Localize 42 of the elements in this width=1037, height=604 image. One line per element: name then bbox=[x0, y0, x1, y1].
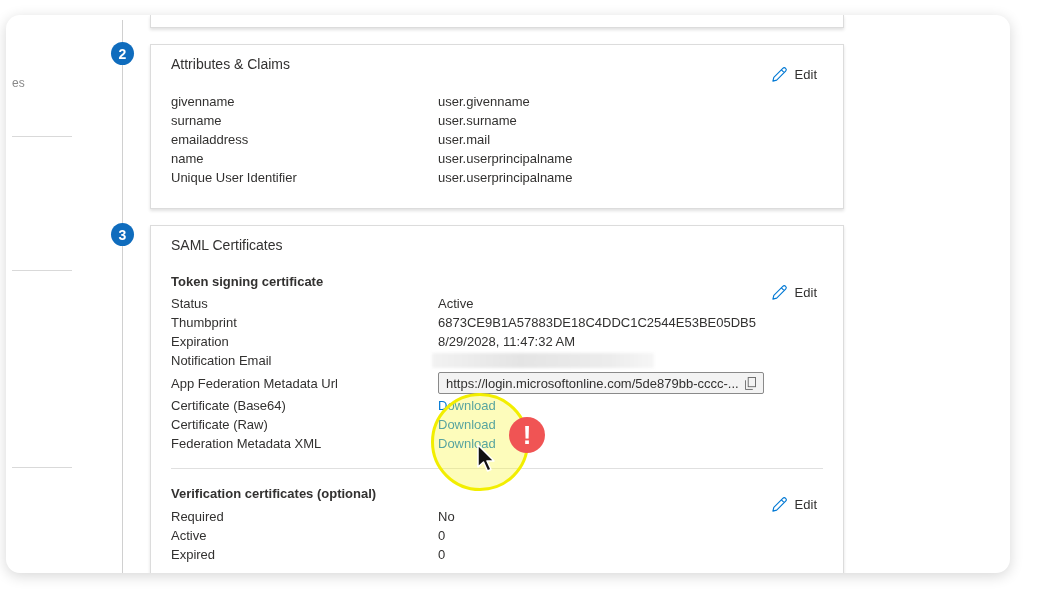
field-value: user.userprincipalname bbox=[438, 151, 573, 166]
field-label: givenname bbox=[171, 94, 236, 109]
pencil-icon bbox=[770, 495, 788, 513]
field-label: Certificate (Raw) bbox=[171, 417, 269, 432]
field-label: Federation Metadata XML bbox=[171, 436, 323, 451]
field-label: emailaddress bbox=[171, 132, 250, 147]
sidebar-item[interactable]: es bbox=[12, 76, 25, 90]
field-value: No bbox=[438, 509, 455, 524]
field-label: Expired bbox=[171, 547, 217, 562]
field-value: 8/29/2028, 11:47:32 AM bbox=[438, 334, 576, 349]
field-value: user.mail bbox=[438, 132, 491, 147]
field-value: user.givenname bbox=[438, 94, 530, 109]
edit-button[interactable]: Edit bbox=[770, 64, 817, 84]
field-label: App Federation Metadata Url bbox=[171, 375, 339, 391]
field-label: Notification Email bbox=[171, 353, 273, 368]
edit-button[interactable]: Edit bbox=[770, 282, 817, 302]
field-value: 0 bbox=[438, 528, 446, 543]
field-value: user.surname bbox=[438, 113, 517, 128]
field-label: Active bbox=[171, 528, 208, 543]
field-label: Certificate (Base64) bbox=[171, 398, 287, 413]
field-label: surname bbox=[171, 113, 223, 128]
section-title: SAML Certificates bbox=[171, 236, 283, 254]
field-value: 6873CE9B1A57883DE18C4DDC1C2544E53BE05DB5 bbox=[438, 315, 756, 330]
section-title: Attributes & Claims bbox=[171, 55, 291, 73]
copy-icon[interactable] bbox=[745, 376, 756, 390]
pencil-icon bbox=[770, 65, 788, 83]
field-label: Unique User Identifier bbox=[171, 170, 298, 185]
field-label: Required bbox=[171, 509, 225, 524]
step-badge: 2 bbox=[111, 42, 134, 65]
group-heading: Verification certificates (optional) bbox=[171, 485, 377, 503]
field-label: Thumbprint bbox=[171, 315, 238, 330]
field-value: 0 bbox=[438, 547, 446, 562]
group-heading: Token signing certificate bbox=[171, 273, 324, 291]
field-value: user.userprincipalname bbox=[438, 170, 573, 185]
pencil-icon bbox=[770, 283, 788, 301]
step-badge: 3 bbox=[111, 223, 134, 246]
url-field[interactable]: https://login.microsoftonline.com/5de879bb-cccc-... bbox=[438, 372, 764, 394]
field-value: Active bbox=[438, 296, 474, 311]
field-label: Status bbox=[171, 296, 209, 311]
field-label: Expiration bbox=[171, 334, 230, 349]
edit-button[interactable]: Edit bbox=[770, 494, 817, 514]
field-label: name bbox=[171, 151, 205, 166]
